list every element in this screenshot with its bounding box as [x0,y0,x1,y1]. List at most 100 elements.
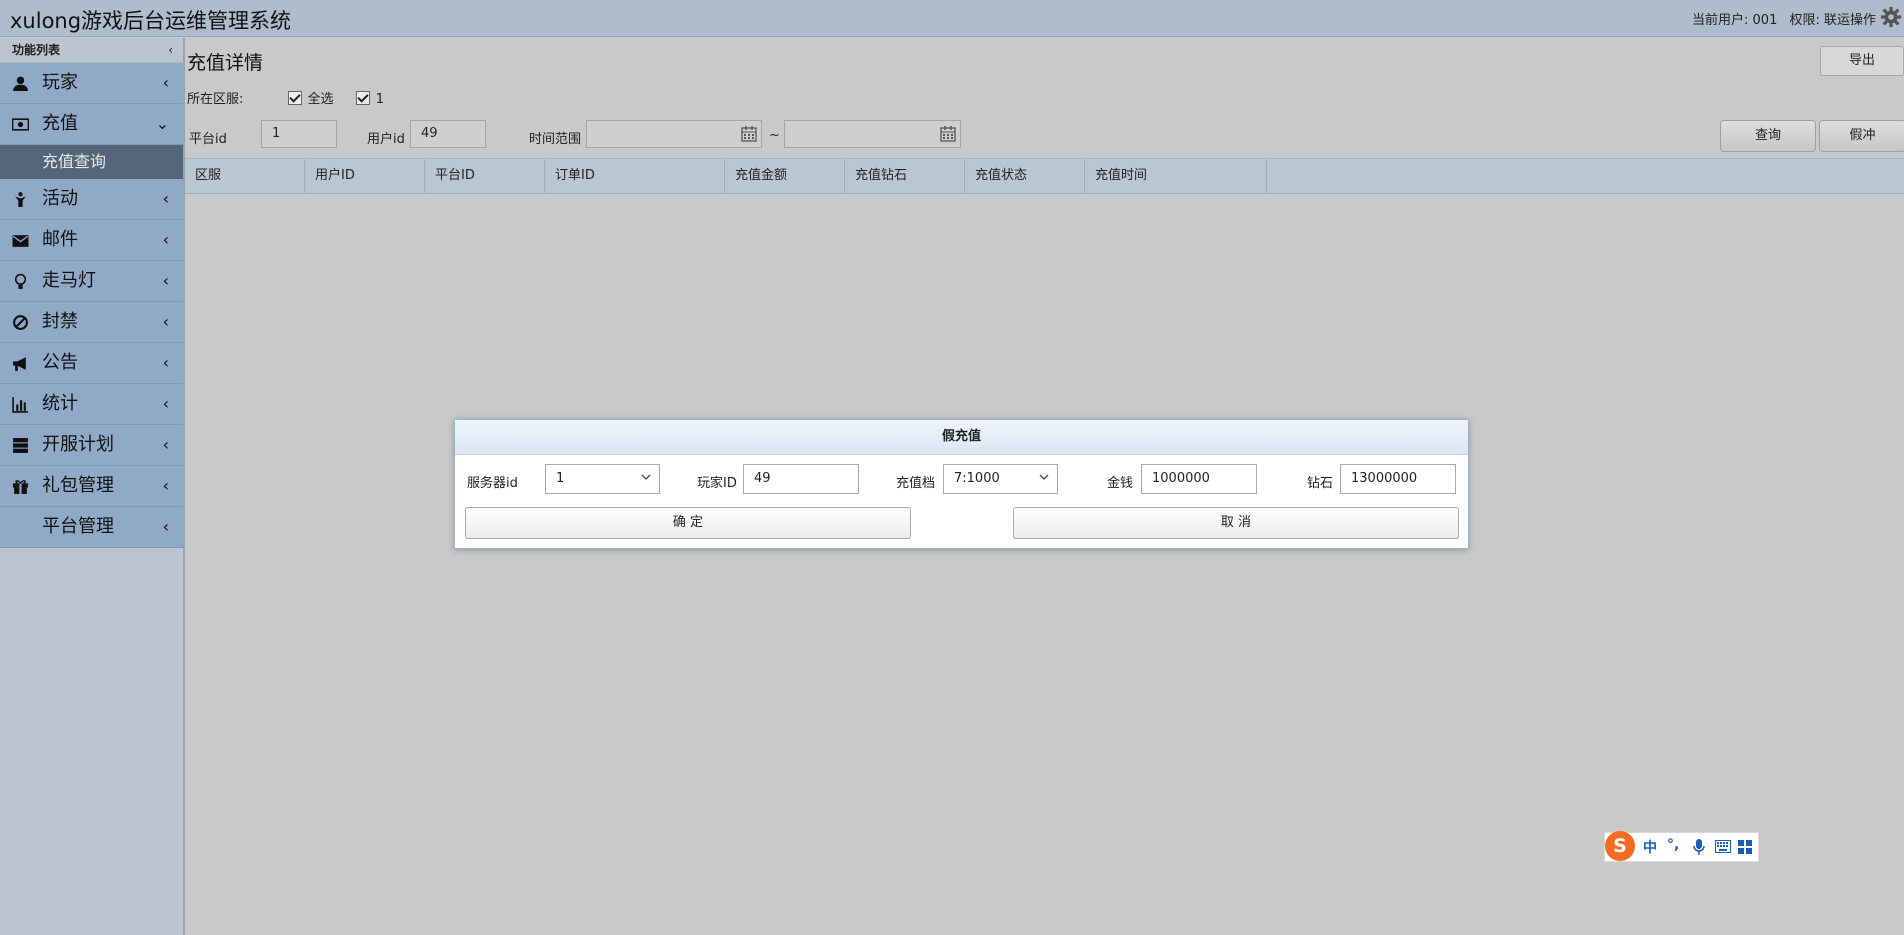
grid-menu-icon[interactable] [1738,840,1752,854]
recharge-tier-label: 充值档 [896,476,936,491]
chevron-left-icon: ‹ [162,517,169,536]
sidebar-item-notice[interactable]: 公告 ‹ [0,343,183,384]
lightbulb-icon [14,273,27,289]
fake-recharge-dialog: 假充值 服务器id 1 玩家ID 49 充值档 7:1000 金钱 100000… [454,419,1469,549]
user-info: 当前用户: 001 权限: 联运操作 [1684,9,1876,28]
gold-label: 金钱 [1107,476,1134,491]
sidebar-item-mail[interactable]: 邮件 ‹ [0,220,183,261]
sidebar-subitem-recharge-query[interactable]: 充值查询 [0,145,183,179]
region-selector: 所在区服: 全选 1 [187,88,384,107]
calendar-icon[interactable] [741,126,757,142]
sidebar-item-activity[interactable]: 活动 ‹ [0,179,183,220]
sidebar-item-stats[interactable]: 统计 ‹ [0,384,183,425]
column-header[interactable]: 区服 [185,159,305,193]
ime-language-toggle[interactable]: 中 [1643,837,1657,857]
sidebar-item-label: 封禁 [42,311,78,332]
recharge-tier-value: 7:1000 [954,471,1000,486]
sidebar: 功能列表 ‹ 玩家 ‹ 充值 ⌄ 充值查询 活动 ‹ 邮件 ‹ 走马灯 ‹ 封禁… [0,38,185,935]
app-title: xulong游戏后台运维管理系统 [10,9,292,33]
sidebar-item-label: 平台管理 [42,516,114,537]
recharge-tier-select[interactable]: 7:1000 [943,464,1058,494]
column-header[interactable]: 充值金额 [725,159,845,193]
player-id-input[interactable]: 49 [743,464,859,494]
server-id-select[interactable]: 1 [545,464,660,494]
page-title: 充值详情 [187,52,264,74]
sidebar-item-ban[interactable]: 封禁 ‹ [0,302,183,343]
sidebar-item-platform[interactable]: 平台管理 ‹ [0,507,183,548]
sidebar-item-marquee[interactable]: 走马灯 ‹ [0,261,183,302]
column-header[interactable]: 充值状态 [965,159,1085,193]
chevron-left-icon: ‹ [162,476,169,495]
gift-icon [13,480,28,494]
chevron-down-icon [1039,474,1049,480]
confirm-button[interactable]: 确 定 [465,507,911,539]
region-label: 所在区服: [187,92,244,107]
dialog-title: 假充值 [455,420,1468,455]
chevron-left-icon: ‹ [162,435,169,454]
chevron-down-icon [641,474,651,480]
sidebar-heading: 功能列表 ‹ [0,38,183,63]
ime-toolbar: S 中 °, [1604,831,1759,862]
query-button[interactable]: 查询 [1720,120,1816,152]
ban-icon [13,315,28,330]
column-header[interactable]: 用户ID [305,159,425,193]
player-id-label: 玩家ID [697,476,737,491]
keyboard-icon[interactable] [1715,840,1731,853]
top-bar: xulong游戏后台运维管理系统 当前用户: 001 权限: 联运操作 [0,0,1904,37]
sidebar-item-server-plan[interactable]: 开服计划 ‹ [0,425,183,466]
sidebar-item-label: 玩家 [42,72,78,93]
sidebar-item-player[interactable]: 玩家 ‹ [0,63,183,104]
chevron-left-icon: ‹ [162,394,169,413]
money-icon [12,118,29,131]
dialog-form-row: 服务器id 1 玩家ID 49 充值档 7:1000 金钱 1000000 钻石… [455,464,1468,496]
chevron-left-icon: ‹ [162,230,169,249]
cancel-button[interactable]: 取 消 [1013,507,1459,539]
sidebar-item-recharge[interactable]: 充值 ⌄ [0,104,183,145]
ime-logo-icon[interactable]: S [1605,831,1635,861]
sidebar-item-label: 开服计划 [42,434,114,455]
permission: 权限: 联运操作 [1789,13,1876,28]
column-header[interactable]: 充值时间 [1085,159,1267,193]
start-date-input[interactable] [586,120,762,148]
sidebar-item-label: 邮件 [42,229,78,250]
column-header[interactable]: 充值钻石 [845,159,965,193]
chevron-left-icon: ‹ [162,312,169,331]
platform-id-input[interactable]: 1 [261,120,337,148]
region-1-label: 1 [375,92,384,107]
gear-icon[interactable] [1880,6,1902,28]
region-1-option[interactable]: 1 [355,91,384,107]
platform-id-label: 平台id [189,132,227,147]
column-header[interactable]: 订单ID [545,159,725,193]
bar-chart-icon [12,397,28,413]
diamond-label: 钻石 [1307,476,1334,491]
select-all-checkbox[interactable] [287,91,302,105]
ime-punctuation-toggle[interactable]: °, [1667,837,1679,853]
collapse-sidebar-icon[interactable]: ‹ [168,38,173,62]
diamond-input[interactable]: 13000000 [1340,464,1456,494]
fake-recharge-button[interactable]: 假冲 [1819,120,1904,152]
column-header[interactable]: 平台ID [425,159,545,193]
sidebar-item-label: 走马灯 [42,270,96,291]
sidebar-item-label: 统计 [42,393,78,414]
user-id-input[interactable]: 49 [410,120,486,148]
sidebar-heading-label: 功能列表 [12,43,61,57]
sidebar-item-label: 活动 [42,188,78,209]
export-button[interactable]: 导出 [1820,46,1904,76]
region-1-checkbox[interactable] [355,91,370,105]
bullhorn-icon [13,357,26,371]
sidebar-item-label: 充值 [42,113,78,134]
chevron-left-icon: ‹ [162,73,169,92]
select-all-option[interactable]: 全选 [287,91,334,107]
sidebar-item-label: 公告 [42,352,78,373]
calendar-icon[interactable] [940,126,956,142]
select-all-label: 全选 [307,92,334,107]
filter-bar: 平台id 1 用户id 49 时间范围 ~ 查询 假冲 [189,120,1904,152]
server-id-label: 服务器id [467,476,518,491]
sidebar-item-gift[interactable]: 礼包管理 ‹ [0,466,183,507]
user-id-label: 用户id [367,132,405,147]
person-icon [15,192,26,207]
end-date-input[interactable] [784,120,961,148]
gold-input[interactable]: 1000000 [1141,464,1257,494]
microphone-icon[interactable] [1693,839,1705,855]
server-icon [13,438,28,453]
